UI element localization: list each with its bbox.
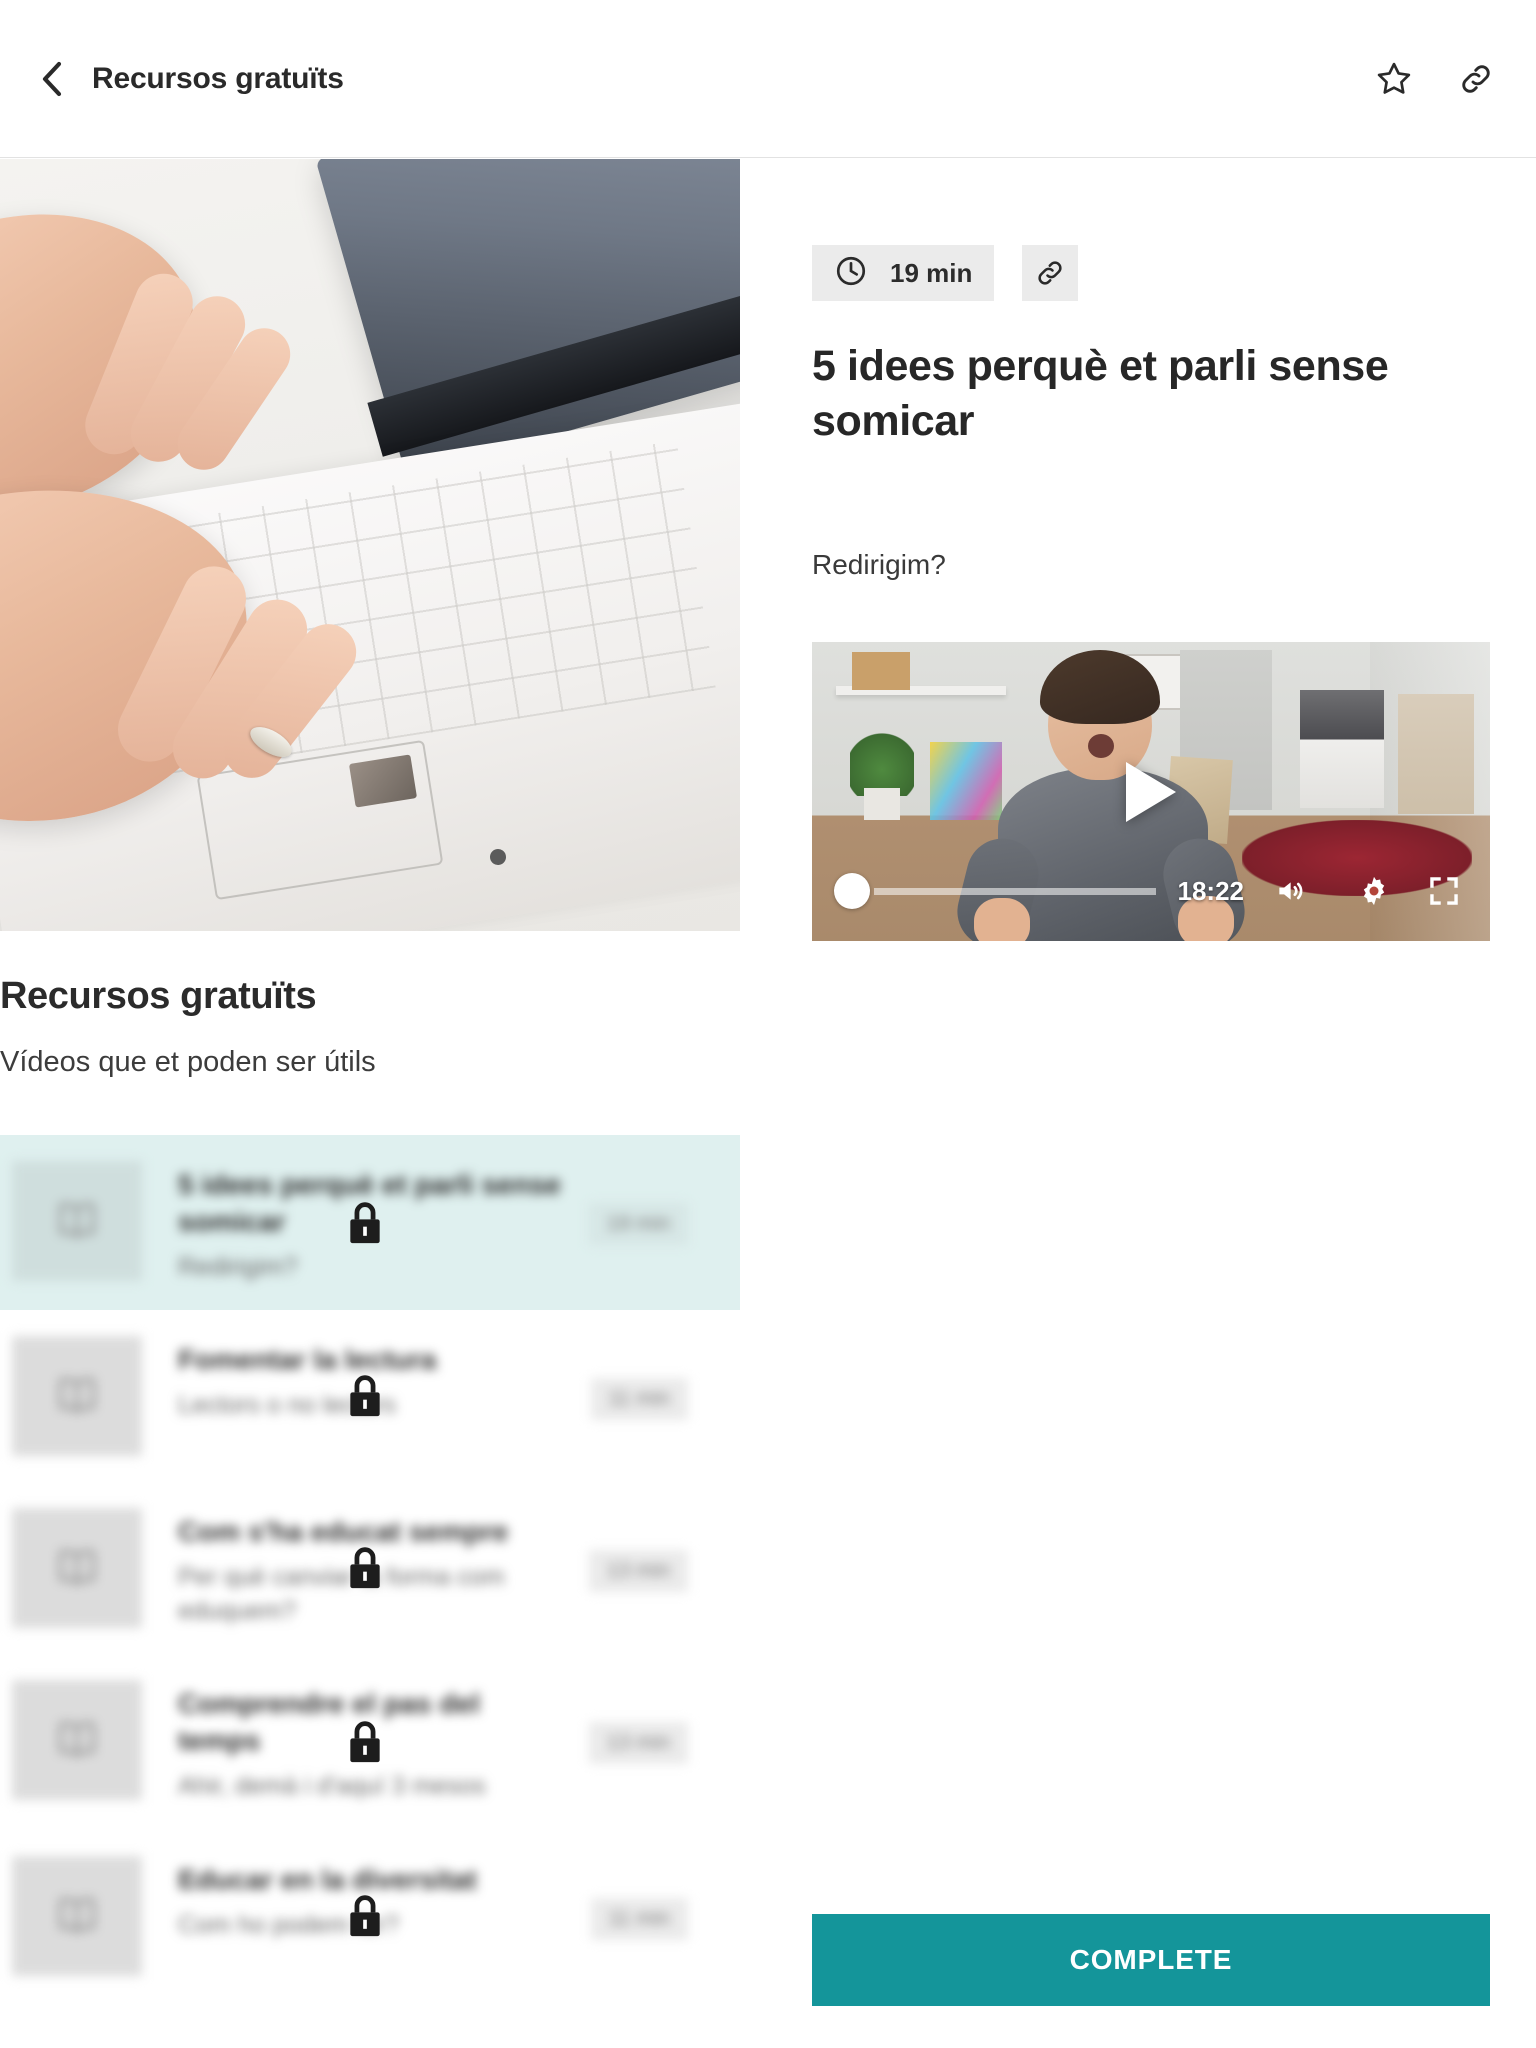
duration-label: 19 min	[890, 257, 973, 288]
book-icon	[12, 1336, 142, 1457]
duration-chip: 19 min	[812, 245, 995, 301]
lesson-duration: 11 min	[590, 1897, 688, 1940]
lesson-duration: 13 min	[588, 1722, 688, 1765]
lesson-name: Educar en la diversitat	[178, 1863, 477, 1895]
lesson-description: Com ho podem fer?	[178, 1910, 399, 1939]
complete-button[interactable]: COMPLETE	[812, 1914, 1490, 2006]
colorful-toy	[930, 742, 1002, 820]
link-icon[interactable]	[1456, 59, 1496, 99]
lesson-text: Educar en la diversitat Com ho podem fer…	[178, 1856, 568, 1942]
lesson-description: Redirigim?	[178, 1252, 298, 1281]
book-icon	[12, 1680, 142, 1801]
progress-handle[interactable]	[834, 873, 870, 909]
video-controls: 18:22	[812, 871, 1490, 911]
progress-track[interactable]	[874, 887, 1156, 895]
lesson-text: Comprendre el pas del temps Ahir, demà i…	[178, 1680, 568, 1803]
left-panel: Recursos gratuïts Vídeos que et poden se…	[0, 159, 740, 2048]
book-icon	[12, 1508, 142, 1629]
shelf-unit	[1398, 694, 1474, 814]
link-icon[interactable]	[1022, 245, 1079, 301]
course-subtitle: Vídeos que et poden ser útils	[0, 1046, 376, 1078]
hero-image	[0, 159, 740, 931]
lesson-content-blurred: Comprendre el pas del temps Ahir, demà i…	[0, 1680, 740, 1803]
chevron-left-icon[interactable]	[34, 61, 68, 96]
lesson-duration: 19 min	[588, 1203, 688, 1245]
lesson-row[interactable]: Com s'ha educat sempre Per què canviar l…	[0, 1482, 740, 1655]
topbar-actions	[1374, 59, 1496, 99]
topbar-left-group: Recursos gratuïts	[34, 61, 344, 96]
lesson-list: 5 idees perquè et parli sense somicar Re…	[0, 1135, 740, 2002]
volume-icon[interactable]	[1270, 871, 1310, 911]
lesson-row[interactable]: Educar en la diversitat Com ho podem fer…	[0, 1829, 740, 2002]
lesson-content-blurred: Com s'ha educat sempre Per què canviar l…	[0, 1508, 740, 1629]
lesson-name: 5 idees perquè et parli sense somicar	[178, 1169, 561, 1237]
shelf-box	[852, 652, 910, 690]
lesson-row[interactable]: Fomentar la lectura Lectors o no lectors…	[0, 1310, 740, 1483]
plant-pot	[864, 788, 900, 820]
left-panel-header: Recursos gratuïts Vídeos que et poden se…	[0, 931, 740, 1079]
lesson-description: Lectors o no lectors	[178, 1391, 397, 1420]
lesson-duration: 13 min	[588, 1550, 688, 1593]
lesson-name: Com s'ha educat sempre	[178, 1516, 509, 1548]
lesson-text: 5 idees perquè et parli sense somicar Re…	[178, 1161, 568, 1284]
lesson-description: Per què canviar la forma com eduquem?	[178, 1563, 505, 1625]
clock-icon	[834, 254, 868, 293]
resource-meta-row: 19 min	[812, 245, 1079, 301]
star-icon[interactable]	[1374, 59, 1414, 99]
lesson-content-blurred: Educar en la diversitat Com ho podem fer…	[0, 1855, 740, 1976]
lesson-name: Fomentar la lectura	[178, 1344, 437, 1376]
presenter-mouth	[1088, 734, 1114, 758]
fullscreen-icon[interactable]	[1424, 871, 1464, 911]
play-icon[interactable]	[1126, 761, 1176, 822]
lesson-description: Ahir, demà i d'aquí 3 mesos	[178, 1772, 486, 1801]
toy-kitchen	[1300, 690, 1384, 808]
lesson-row[interactable]: 5 idees perquè et parli sense somicar Re…	[0, 1135, 740, 1311]
right-panel: 19 min 5 idees perquè et parli sense som…	[741, 159, 1536, 2048]
lesson-duration: 11 min	[590, 1378, 688, 1421]
lesson-row[interactable]: Comprendre el pas del temps Ahir, demà i…	[0, 1654, 740, 1830]
lesson-text: Fomentar la lectura Lectors o no lectors	[178, 1336, 568, 1422]
book-icon	[12, 1161, 142, 1281]
video-time-remaining: 18:22	[1177, 875, 1245, 906]
top-app-bar: Recursos gratuïts	[0, 0, 1536, 158]
course-title: Recursos gratuïts	[0, 975, 317, 1017]
lesson-content-blurred: 5 idees perquè et parli sense somicar Re…	[0, 1161, 740, 1284]
lesson-name: Comprendre el pas del temps	[178, 1688, 480, 1757]
page-title: Recursos gratuïts	[92, 61, 344, 95]
lesson-text: Com s'ha educat sempre Per què canviar l…	[178, 1508, 568, 1628]
gear-icon[interactable]	[1354, 871, 1394, 911]
book-icon	[12, 1855, 142, 1976]
plant	[850, 730, 914, 796]
resource-title: 5 idees perquè et parli sense somicar	[812, 342, 1389, 446]
video-player[interactable]: 18:22	[812, 642, 1490, 941]
lesson-content-blurred: Fomentar la lectura Lectors o no lectors…	[0, 1336, 740, 1457]
resource-subtitle: Redirigim?	[812, 549, 946, 580]
